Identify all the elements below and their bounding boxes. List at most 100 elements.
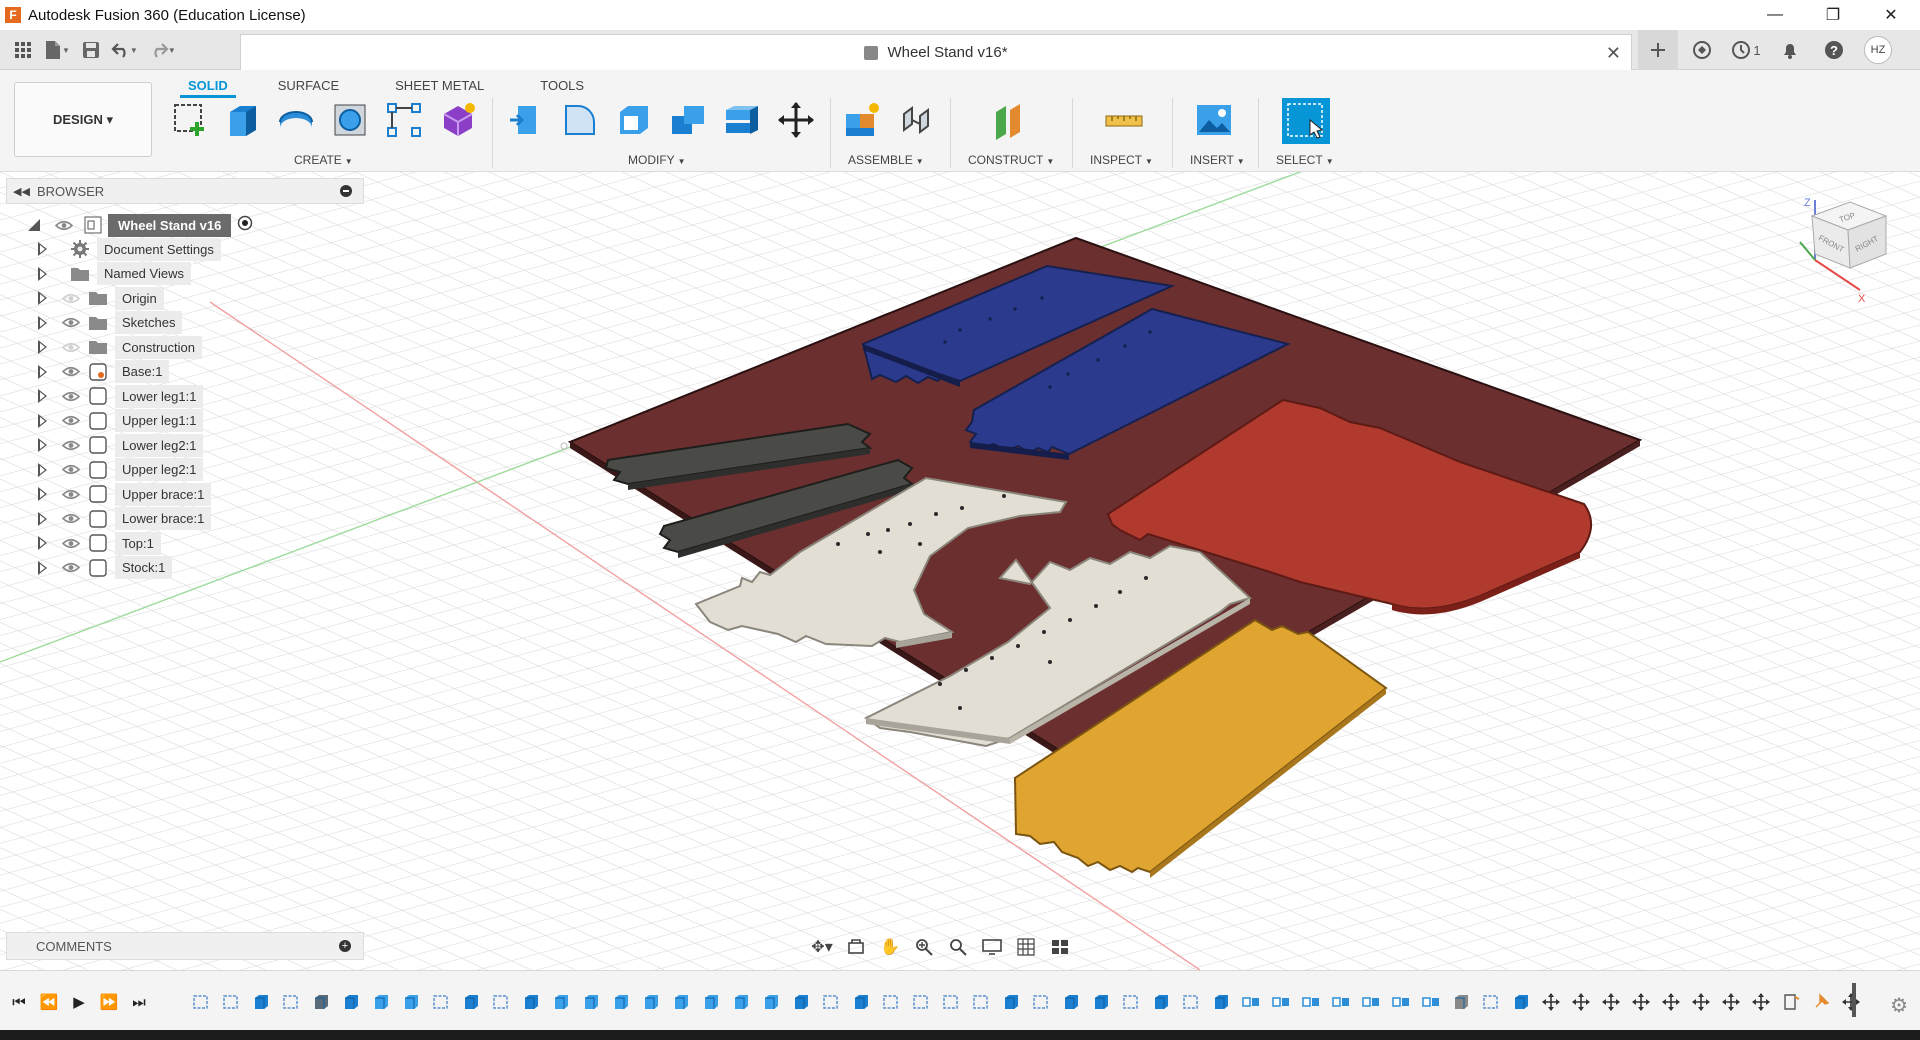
visibility-eye-icon[interactable] [61,512,81,526]
browser-item-lower-leg2-1[interactable]: Lower leg2:1 [38,432,204,458]
timeline-sketch-feature-icon[interactable] [222,993,240,1011]
timeline-combine-feature-icon[interactable] [762,993,780,1011]
expand-arrow-icon[interactable] [38,389,47,403]
select-menu[interactable]: SELECT ▼ [1276,153,1334,167]
visibility-eye-icon[interactable] [61,365,81,379]
tab-surface[interactable]: SURFACE [270,72,347,98]
visibility-eye-icon[interactable] [61,291,81,305]
notifications-bell-icon[interactable] [1770,30,1810,70]
construct-menu[interactable]: CONSTRUCT ▼ [968,153,1054,167]
tab-solid[interactable]: SOLID [180,72,236,98]
timeline-combine-feature-icon[interactable] [732,993,750,1011]
visibility-eye-icon[interactable] [61,536,81,550]
timeline-combine-feature-icon[interactable] [582,993,600,1011]
rectangular-pattern-icon[interactable] [384,100,424,140]
timeline-sketch-feature-icon[interactable] [192,993,210,1011]
timeline-extrude-feature-icon[interactable] [1092,993,1110,1011]
visibility-eye-icon[interactable] [61,414,81,428]
help-icon[interactable]: ? [1814,30,1854,70]
timeline-extrude-feature-icon[interactable] [792,993,810,1011]
split-body-icon[interactable] [722,100,762,140]
modify-menu[interactable]: MODIFY ▼ [628,153,686,167]
timeline-sketch-feature-icon[interactable] [492,993,510,1011]
timeline-joint-feature-icon[interactable] [1332,993,1350,1011]
timeline-sketch-feature-icon[interactable] [942,993,960,1011]
browser-item-origin[interactable]: Origin [38,285,164,311]
expand-arrow-icon[interactable] [38,242,47,256]
create-sketch-icon[interactable] [170,100,210,140]
play-icon[interactable]: ▶ [68,991,90,1013]
timeline-sketch-feature-icon[interactable] [1482,993,1500,1011]
combine-icon[interactable] [668,100,708,140]
assemble-menu[interactable]: ASSEMBLE ▼ [848,153,924,167]
timeline-move-feature-icon[interactable] [1692,993,1710,1011]
visibility-eye-icon[interactable] [61,561,81,575]
timeline-joint-feature-icon[interactable] [1302,993,1320,1011]
zoom-icon[interactable] [910,934,938,960]
browser-item-document-settings[interactable]: Document Settings [38,236,221,262]
data-panel-grid-icon[interactable] [8,35,38,65]
expand-arrow-icon[interactable] [38,462,47,477]
expand-arrow-icon[interactable] [38,511,47,526]
timeline-joint-feature-icon[interactable] [1272,993,1290,1011]
timeline-extrude-feature-icon[interactable] [852,993,870,1011]
measure-icon[interactable] [1104,100,1144,140]
browser-item-stock-1[interactable]: Stock:1 [38,555,173,581]
fit-window-icon[interactable] [944,934,972,960]
timeline-sketch-feature-icon[interactable] [972,993,990,1011]
tab-tools[interactable]: TOOLS [532,72,592,98]
insert-menu[interactable]: INSERT ▼ [1190,153,1245,167]
fillet-icon[interactable] [560,100,600,140]
timeline-joint-feature-icon[interactable] [1392,993,1410,1011]
timeline-move-feature-icon[interactable] [1662,993,1680,1011]
timeline-pattern-feature-icon[interactable] [342,993,360,1011]
timeline-combine-feature-icon[interactable] [612,993,630,1011]
hole-icon[interactable] [330,100,370,140]
joint-icon[interactable] [896,100,936,140]
timeline-pin-feature-icon[interactable] [1812,993,1830,1011]
browser-item-base-1[interactable]: Base:1 [38,359,170,385]
timeline-sketch-feature-icon[interactable] [1032,993,1050,1011]
timeline-combine-feature-icon[interactable] [642,993,660,1011]
display-settings-icon[interactable] [978,934,1006,960]
timeline-sketch-feature-icon[interactable] [912,993,930,1011]
collapse-root-icon[interactable] [28,219,40,231]
timeline-sketch-feature-icon[interactable] [282,993,300,1011]
extrude-icon[interactable] [222,100,262,140]
extensions-icon[interactable] [1682,30,1722,70]
expand-arrow-icon[interactable] [38,315,47,330]
save-icon[interactable] [76,35,106,65]
browser-item-lower-leg1-1[interactable]: Lower leg1:1 [38,383,204,409]
close-document-icon[interactable]: ✕ [1606,43,1621,64]
revolve-icon[interactable] [276,100,316,140]
timeline-move-feature-icon[interactable] [1632,993,1650,1011]
timeline-shell-feature-icon[interactable] [1452,993,1470,1011]
browser-item-upper-leg2-1[interactable]: Upper leg2:1 [38,457,204,483]
tab-sheet-metal[interactable]: SHEET METAL [387,72,492,98]
visibility-eye-icon[interactable] [61,438,81,452]
visibility-eye-icon[interactable] [61,340,81,354]
collapse-panel-icon[interactable]: ◀◀ [13,185,30,198]
step-back-icon[interactable]: ⏪ [38,991,60,1013]
pan-hand-icon[interactable]: ✋ [876,934,904,960]
visibility-eye-icon[interactable] [61,389,81,403]
press-pull-icon[interactable] [506,100,546,140]
visibility-eye-icon[interactable] [54,218,74,232]
expand-arrow-icon[interactable] [38,560,47,575]
expand-arrow-icon[interactable] [38,266,47,281]
inspect-menu[interactable]: INSPECT ▼ [1090,153,1153,167]
select-window-icon[interactable] [1282,98,1330,144]
browser-item-upper-brace-1[interactable]: Upper brace:1 [38,481,212,507]
document-tab[interactable]: Wheel Stand v16* ✕ [240,34,1632,70]
redo-caret-icon[interactable]: ▼ [168,46,176,55]
create-form-icon[interactable] [438,100,478,140]
timeline-hole-feature-icon[interactable] [312,993,330,1011]
timeline-combine-feature-icon[interactable] [552,993,570,1011]
add-comment-icon[interactable]: + [339,940,351,952]
timeline-combine-feature-icon[interactable] [702,993,720,1011]
timeline-joint-feature-icon[interactable] [1242,993,1260,1011]
timeline-settings-gear-icon[interactable]: ⚙ [1890,993,1908,1018]
offset-plane-icon[interactable] [990,100,1030,140]
expand-arrow-icon[interactable] [38,438,47,452]
job-status-icon[interactable]: 1 [1726,30,1766,70]
